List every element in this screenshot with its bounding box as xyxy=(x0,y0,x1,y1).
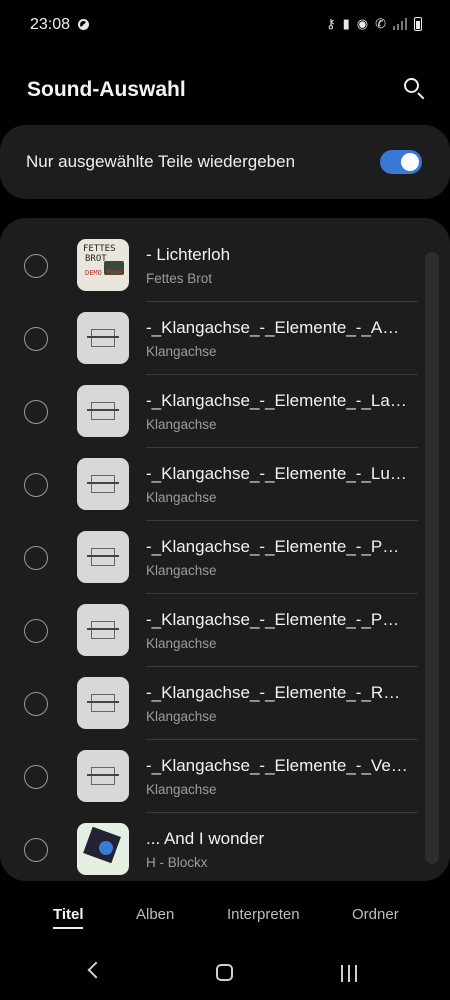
radio-button[interactable] xyxy=(24,692,48,716)
list-item[interactable]: -_Klangachse_-_Elemente_-_Las… Klangachs… xyxy=(0,375,450,448)
track-artist: Fettes Brot xyxy=(146,271,213,286)
status-bar: 23:08 ⚷ ▮ ◉ ✆ xyxy=(0,0,450,50)
header: Sound-Auswahl xyxy=(0,72,450,112)
search-icon xyxy=(404,78,419,93)
radio-button[interactable] xyxy=(24,619,48,643)
list-item[interactable]: -_Klangachse_-_Elemente_-_Pha… Klangachs… xyxy=(0,594,450,667)
klangachse-album-art xyxy=(77,531,129,583)
list-item[interactable]: -_Klangachse_-_Elemente_-_Per… Klangachs… xyxy=(0,521,450,594)
back-icon[interactable] xyxy=(87,961,105,979)
tab-alben[interactable]: Alben xyxy=(136,906,174,923)
radio-button[interactable] xyxy=(24,254,48,278)
track-artist: Klangachse xyxy=(146,417,217,432)
track-title: - Lichterloh xyxy=(146,245,231,264)
track-title: -_Klangachse_-_Elemente_-_Lun… xyxy=(146,464,408,483)
track-artist: Klangachse xyxy=(146,344,217,359)
list-item[interactable]: -_Klangachse_-_Elemente_-_Lun… Klangachs… xyxy=(0,448,450,521)
track-title: ... And I wonder xyxy=(146,829,265,848)
status-icons: ⚷ ▮ ◉ ✆ xyxy=(326,16,422,32)
radio-button[interactable] xyxy=(24,327,48,351)
list-item[interactable]: -_Klangachse_-_Elemente_-_Am… Klangachse xyxy=(0,302,450,375)
toggle-label: Nur ausgewählte Teile wiedergeben xyxy=(26,152,296,171)
fettes-brot-album-art: FETTES BROT DEMO TAPE xyxy=(77,239,129,291)
list-item[interactable]: FETTES BROT DEMO TAPE - Lichterloh Fette… xyxy=(0,229,450,302)
track-title: -_Klangachse_-_Elemente_-_Pha… xyxy=(146,610,408,629)
track-list: FETTES BROT DEMO TAPE - Lichterloh Fette… xyxy=(0,218,450,881)
signal-icon xyxy=(393,18,407,30)
recent-apps-icon[interactable] xyxy=(341,965,359,982)
radio-button[interactable] xyxy=(24,400,48,424)
track-title: -_Klangachse_-_Elemente_-_Red… xyxy=(146,683,408,702)
dnd-icon xyxy=(78,19,89,30)
tab-titel[interactable]: Titel xyxy=(53,906,84,923)
track-artist: Klangachse xyxy=(146,490,217,505)
status-time: 23:08 xyxy=(30,16,71,33)
key-icon: ⚷ xyxy=(326,16,336,31)
sim-icon: ▮ xyxy=(342,16,350,31)
search-button[interactable] xyxy=(402,76,428,102)
track-artist: H - Blockx xyxy=(146,855,208,870)
klangachse-album-art xyxy=(77,604,129,656)
klangachse-album-art xyxy=(77,458,129,510)
radio-button[interactable] xyxy=(24,473,48,497)
selected-parts-switch[interactable] xyxy=(380,150,422,174)
selected-parts-toggle-card[interactable]: Nur ausgewählte Teile wiedergeben xyxy=(0,125,450,199)
track-title: -_Klangachse_-_Elemente_-_Ver… xyxy=(146,756,408,775)
track-title: -_Klangachse_-_Elemente_-_Am… xyxy=(146,318,408,337)
scrollbar[interactable] xyxy=(425,252,439,864)
track-artist: Klangachse xyxy=(146,709,217,724)
track-title: -_Klangachse_-_Elemente_-_Las… xyxy=(146,391,408,410)
list-item[interactable]: ... And I wonder H - Blockx xyxy=(0,813,450,881)
wifi-icon: ◉ xyxy=(356,16,369,31)
klangachse-album-art xyxy=(77,677,129,729)
klangachse-album-art xyxy=(77,750,129,802)
battery-icon xyxy=(414,17,422,31)
wifi-call-icon: ✆ xyxy=(375,16,386,31)
radio-button[interactable] xyxy=(24,838,48,862)
switch-knob xyxy=(401,153,419,171)
list-item[interactable]: -_Klangachse_-_Elemente_-_Red… Klangachs… xyxy=(0,667,450,740)
bottom-tabs: Titel Alben Interpreten Ordner xyxy=(0,895,450,935)
list-item[interactable]: -_Klangachse_-_Elemente_-_Ver… Klangachs… xyxy=(0,740,450,813)
track-artist: Klangachse xyxy=(146,636,217,651)
h-blockx-album-art xyxy=(77,823,129,875)
track-artist: Klangachse xyxy=(146,782,217,797)
tab-interpreten[interactable]: Interpreten xyxy=(227,906,300,923)
track-artist: Klangachse xyxy=(146,563,217,578)
klangachse-album-art xyxy=(77,312,129,364)
radio-button[interactable] xyxy=(24,546,48,570)
tab-ordner[interactable]: Ordner xyxy=(352,906,399,923)
active-tab-indicator xyxy=(53,927,83,929)
page-title: Sound-Auswahl xyxy=(27,78,186,101)
nav-bar xyxy=(0,950,450,1000)
klangachse-album-art xyxy=(77,385,129,437)
track-title: -_Klangachse_-_Elemente_-_Per… xyxy=(146,537,408,556)
home-icon[interactable] xyxy=(216,964,233,981)
radio-button[interactable] xyxy=(24,765,48,789)
